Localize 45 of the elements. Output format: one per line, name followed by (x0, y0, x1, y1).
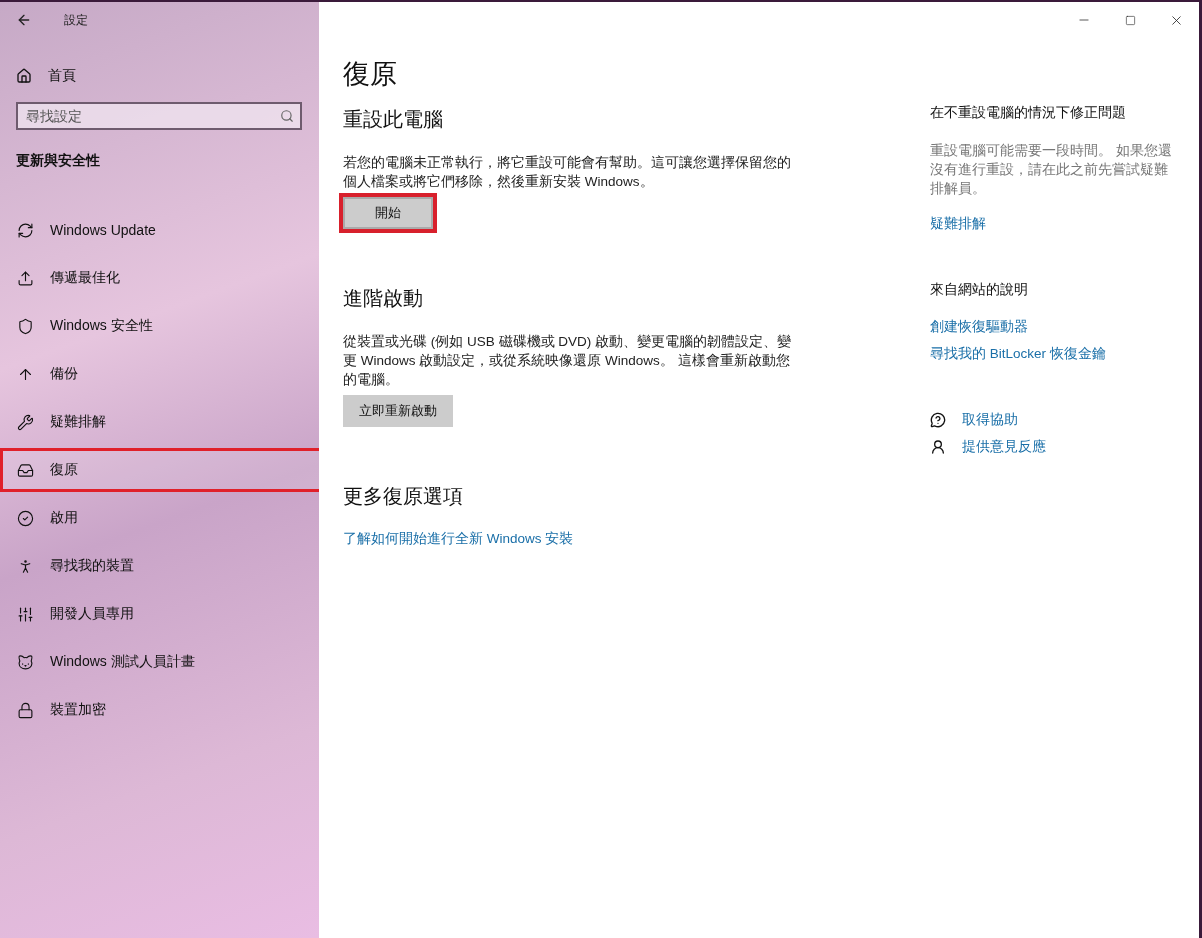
aside-heading: 來自網站的說明 (930, 281, 1029, 299)
description-text: 從裝置或光碟 (例如 USB 磁碟機或 DVD) 啟動、變更電腦的韌體設定、變更 Windows 啟動設定，或從系統映像還原 Windows。 這樣會重新啟動您的電腦。 (343, 333, 792, 389)
aside-heading: 在不重設電腦的情況下修正問題 (930, 104, 1127, 122)
help-link[interactable]: 了解如何開始進行全新 Windows 安裝 (343, 530, 574, 548)
lock-icon (17, 701, 34, 719)
chat-question-icon (930, 412, 946, 428)
nav-item[interactable]: 疑難排解 (0, 400, 319, 444)
search-field[interactable]: 尋找設定 (16, 102, 302, 130)
nav-item[interactable]: 裝置加密 (0, 688, 319, 732)
aside-text: 重設電腦可能需要一段時間。 如果您還沒有進行重設，請在此之前先嘗試疑難排解員。 (930, 142, 1173, 198)
get-help-link[interactable]: 取得協助 (930, 411, 1175, 429)
section-heading: 更新與安全性 (15, 151, 101, 170)
section-heading: 進階啟動 (343, 286, 423, 311)
help-link[interactable]: 創建恢復驅動器 (930, 318, 1175, 336)
action-button[interactable]: 立即重新啟動 (343, 395, 453, 427)
nav-item[interactable]: Windows 安全性 (0, 304, 319, 348)
help-link[interactable]: 尋找我的 BitLocker 恢復金鑰 (930, 345, 1175, 363)
nav-item[interactable]: 復原 (0, 448, 322, 492)
feedback-link[interactable]: 提供意見反應 (930, 438, 1175, 456)
troubleshoot-link[interactable]: 疑難排解 (930, 215, 1175, 233)
nav-item[interactable]: 開發人員專用 (0, 592, 319, 636)
section-heading: 重設此電腦 (343, 107, 443, 132)
nav-item[interactable]: Windows Update (0, 208, 319, 252)
person-icon (930, 439, 946, 455)
tray-icon (17, 461, 34, 479)
nav-item[interactable]: 傳遞最佳化 (0, 256, 319, 300)
shield-icon (17, 317, 34, 335)
check-circle-icon (17, 509, 34, 527)
nav-item[interactable]: 啟用 (0, 496, 319, 540)
section-heading: 更多復原選項 (343, 484, 463, 509)
maximize-icon (1124, 14, 1136, 26)
description-text: 若您的電腦未正常執行，將它重設可能會有幫助。這可讓您選擇保留您的個人檔案或將它們移除，然後重新安裝 Windows。 (343, 154, 792, 191)
cat-icon (17, 653, 34, 671)
wrench-icon (17, 413, 34, 431)
upload-icon (17, 269, 34, 287)
sync-icon (17, 221, 34, 239)
window-title: 設定 (64, 11, 88, 29)
sliders-icon (17, 605, 34, 623)
nav-item[interactable]: 尋找我的裝置 (0, 544, 319, 588)
page-title: 復原 (343, 58, 398, 91)
home-icon (16, 68, 32, 84)
nav-item[interactable]: 備份 (0, 352, 319, 396)
search-icon (280, 109, 294, 123)
nav-item[interactable]: Windows 測試人員計畫 (0, 640, 319, 684)
home-link[interactable]: 首頁 (0, 54, 319, 98)
